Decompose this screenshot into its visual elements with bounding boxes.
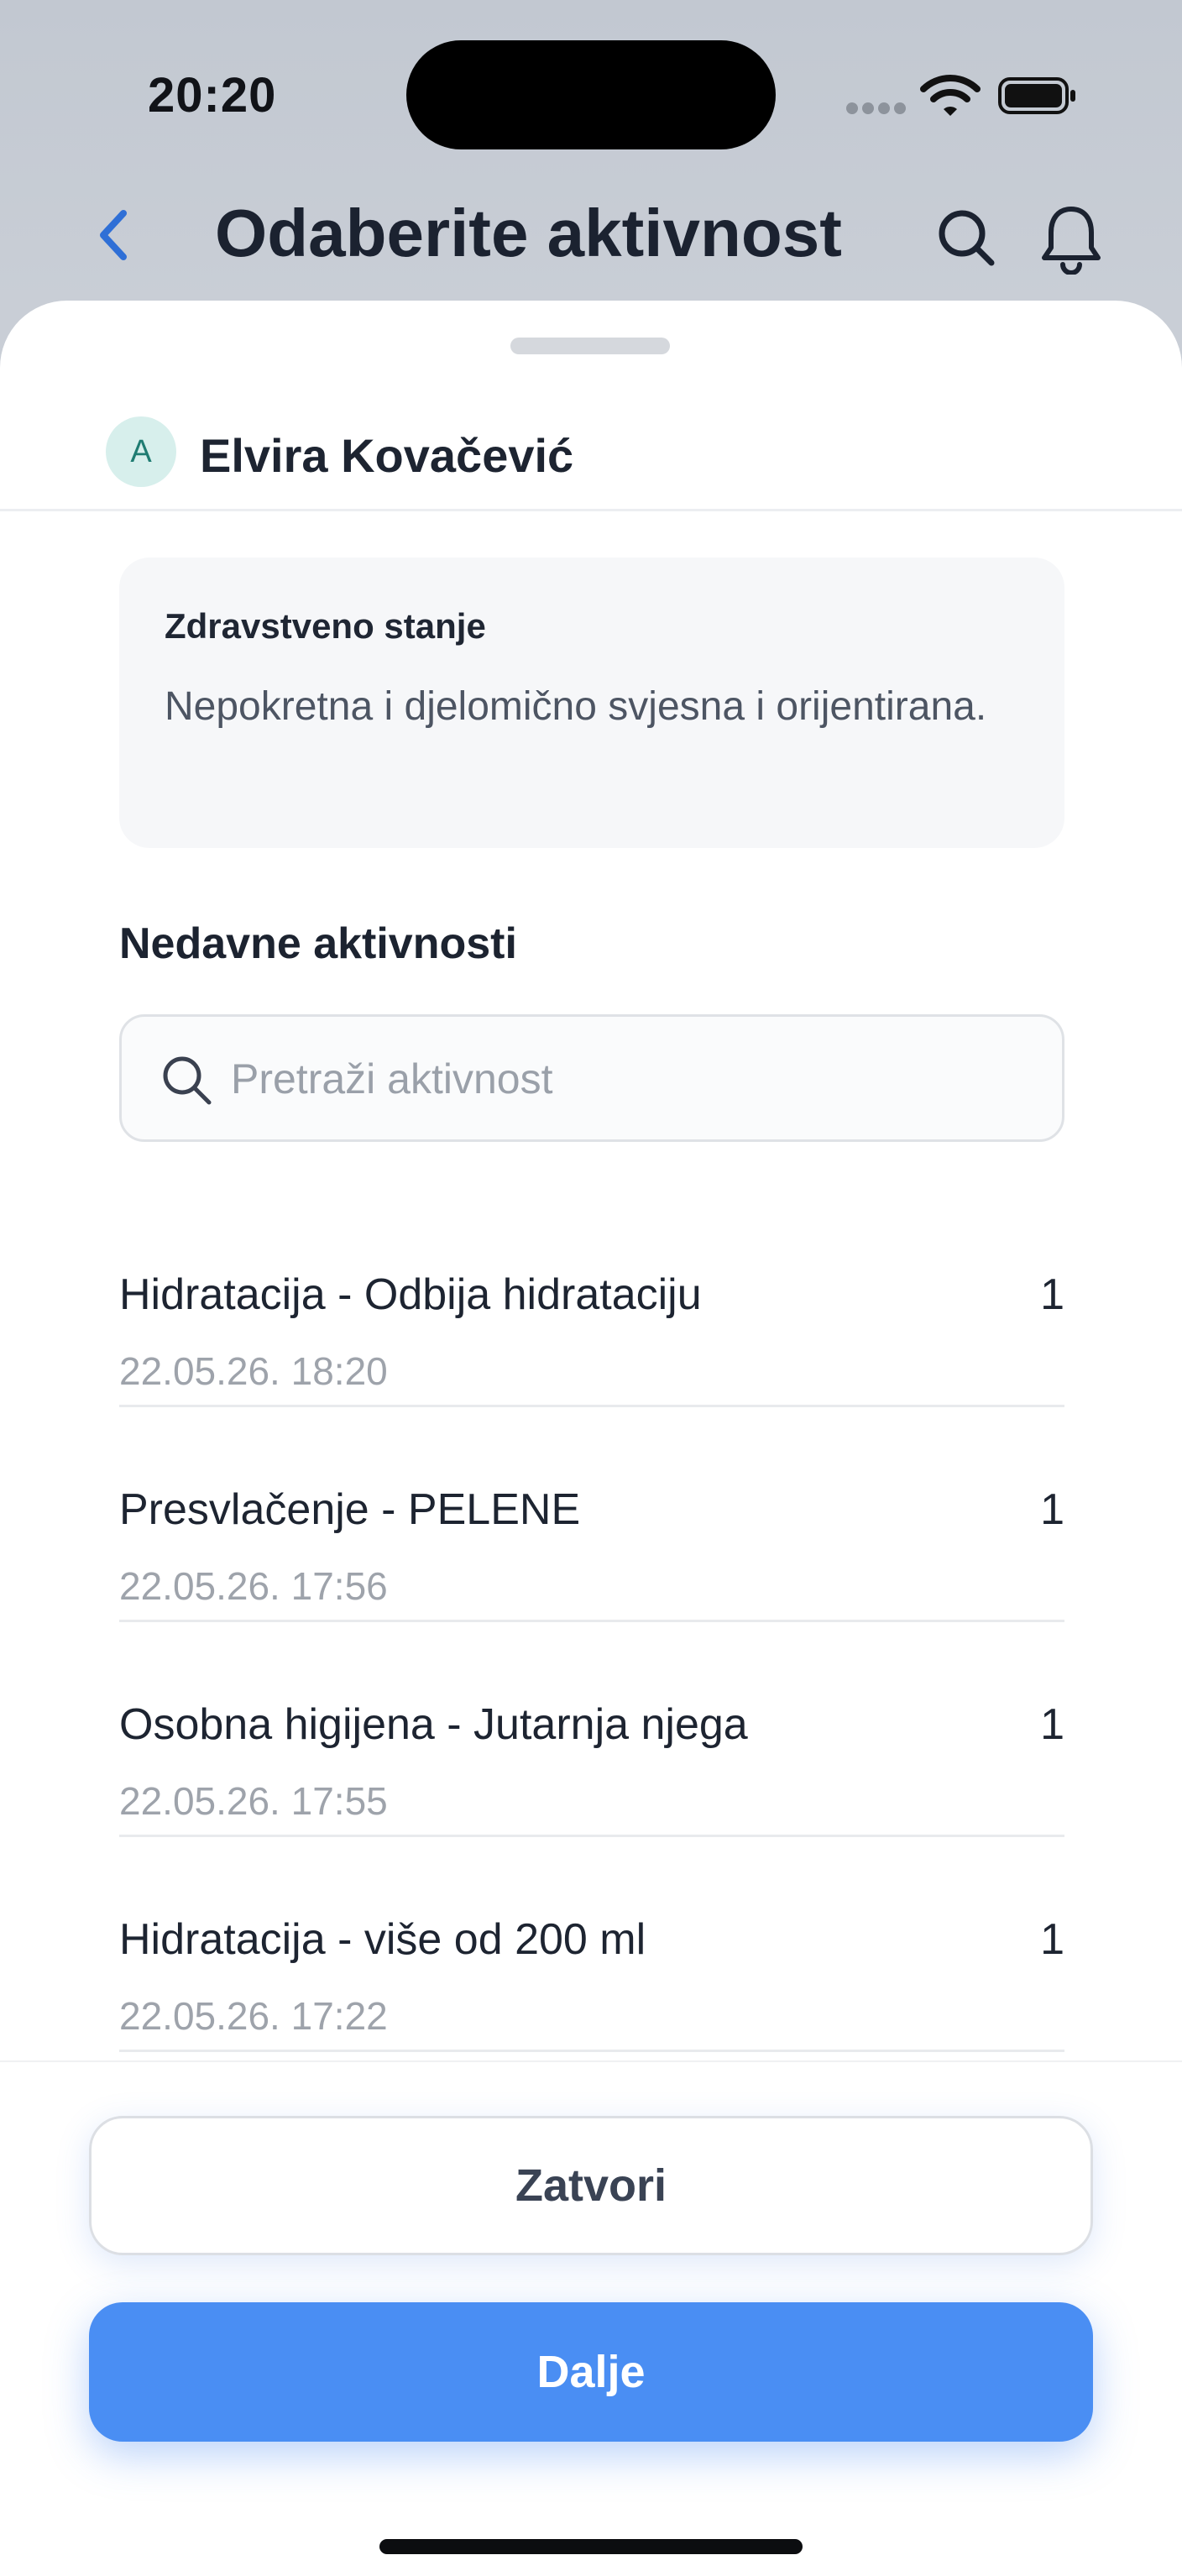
activity-count: 1 (1040, 1915, 1064, 1964)
wifi-icon (920, 75, 981, 116)
health-status-title: Zdravstveno stanje (165, 606, 486, 646)
health-status-card: Zdravstveno stanje Nepokretna i djelomič… (119, 558, 1064, 848)
activity-search-box[interactable] (119, 1014, 1064, 1142)
status-bar: 20:20 (0, 0, 1182, 193)
activity-item[interactable]: Hidratacija - Odbija hidrataciju 22.05.2… (119, 1192, 1064, 1407)
chevron-left-icon (100, 210, 127, 260)
sheet-grabber[interactable] (510, 338, 670, 354)
activity-item[interactable]: Hidratacija - više od 200 ml 22.05.26. 1… (119, 1837, 1064, 2052)
recent-activities-title: Nedavne aktivnosti (119, 919, 517, 968)
status-time: 20:20 (148, 68, 277, 123)
divider (0, 509, 1182, 511)
health-status-text: Nepokretna i djelomično svjesna i orijen… (165, 684, 987, 729)
activity-count: 1 (1040, 1485, 1064, 1534)
dynamic-island (406, 40, 776, 149)
patient-header: A Elvira Kovačević (0, 385, 1182, 510)
page-title: Odaberite aktivnost (215, 196, 842, 270)
activity-item[interactable]: Presvlačenje - PELENE 22.05.26. 17:56 1 (119, 1407, 1064, 1622)
avatar: A (106, 416, 176, 487)
activity-date: 22.05.26. 17:56 (119, 1564, 388, 1608)
activity-name: Hidratacija - Odbija hidrataciju (119, 1270, 702, 1319)
activity-search-input[interactable] (231, 1045, 1028, 1113)
activity-date: 22.05.26. 17:55 (119, 1779, 388, 1823)
search-icon (163, 1056, 212, 1105)
cellular-signal-icon (846, 102, 906, 116)
activity-item[interactable]: Osobna higijena - Jutarnja njega 22.05.2… (119, 1622, 1064, 1837)
notifications-button[interactable] (1029, 196, 1113, 280)
search-button[interactable] (928, 200, 1004, 275)
home-indicator[interactable] (379, 2539, 803, 2554)
battery-icon (998, 77, 1075, 114)
next-button[interactable]: Dalje (89, 2302, 1093, 2442)
activity-date: 22.05.26. 18:20 (119, 1349, 388, 1393)
close-button[interactable]: Zatvori (89, 2116, 1093, 2255)
activity-name: Hidratacija - više od 200 ml (119, 1915, 646, 1964)
activity-list: Hidratacija - Odbija hidrataciju 22.05.2… (119, 1192, 1064, 2052)
activity-name: Presvlačenje - PELENE (119, 1485, 581, 1534)
activity-name: Osobna higijena - Jutarnja njega (119, 1700, 748, 1749)
action-footer: Zatvori Dalje (0, 2060, 1182, 2576)
search-icon (939, 210, 995, 266)
activity-picker-screen: 20:20 Odaberite aktivnost A Elvira Kovač… (0, 0, 1182, 2576)
activity-count: 1 (1040, 1270, 1064, 1319)
bell-icon (1042, 207, 1101, 275)
activity-count: 1 (1040, 1700, 1064, 1749)
patient-name: Elvira Kovačević (200, 429, 574, 482)
activity-date: 22.05.26. 17:22 (119, 1994, 388, 2038)
navigation-bar: Odaberite aktivnost (0, 176, 1182, 294)
back-button[interactable] (84, 202, 143, 269)
